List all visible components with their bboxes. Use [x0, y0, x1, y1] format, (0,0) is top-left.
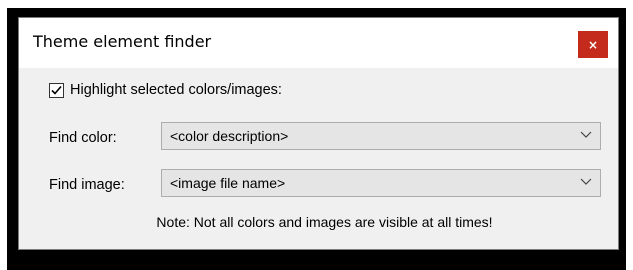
find-image-label: Find image:	[49, 177, 125, 193]
highlight-checkbox-label: Highlight selected colors/images:	[70, 82, 282, 98]
chevron-down-icon	[580, 131, 592, 138]
visibility-note-text: Note: Not all colors and images are visi…	[156, 214, 493, 230]
chevron-down-icon	[580, 178, 592, 185]
highlight-checkbox-row[interactable]: Highlight selected colors/images:	[49, 80, 282, 100]
find-color-label: Find color:	[49, 130, 117, 146]
highlight-checkbox[interactable]	[49, 82, 64, 98]
find-color-value: <color description>	[170, 128, 289, 144]
close-button[interactable]: ×	[578, 31, 608, 58]
window-title: Theme element finder	[33, 32, 212, 51]
find-image-dropdown[interactable]: <image file name>	[161, 169, 601, 197]
visibility-note: Note: Not all colors and images are visi…	[19, 214, 618, 230]
title-bar[interactable]: Theme element finder ×	[19, 18, 618, 68]
checkmark-icon	[51, 85, 62, 95]
find-image-value: <image file name>	[170, 175, 286, 191]
close-icon: ×	[587, 37, 599, 52]
theme-element-finder-dialog: Theme element finder × Highlight selecte…	[18, 17, 619, 250]
find-color-dropdown[interactable]: <color description>	[161, 122, 601, 150]
